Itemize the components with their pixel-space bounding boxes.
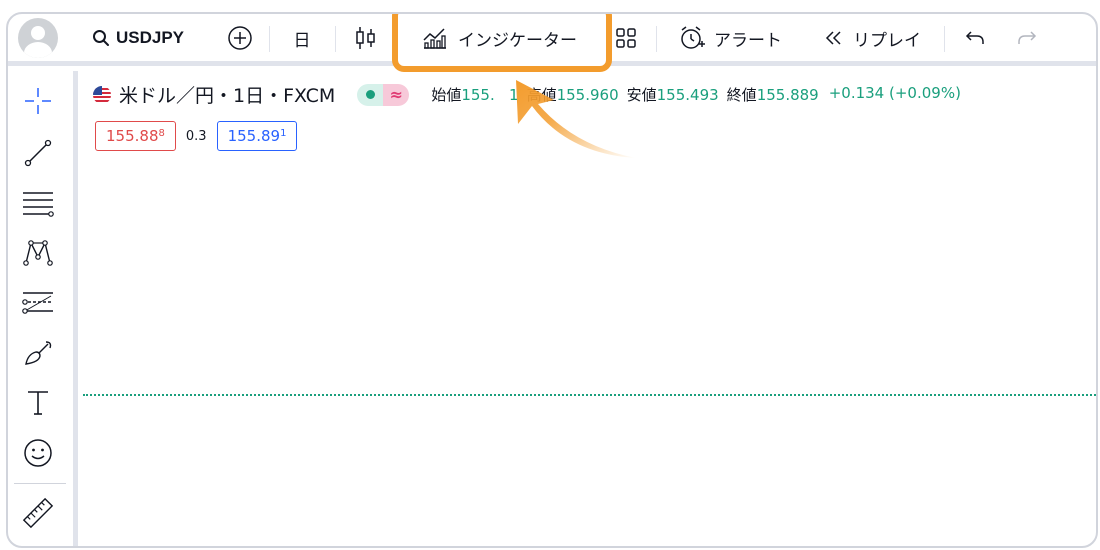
open-label: 始値 (431, 86, 462, 104)
emoji-tool[interactable] (20, 435, 56, 471)
ohlc-values: 始値155. 1 高値155.960 安値155.493 終値155.889 +… (431, 84, 961, 105)
spread-value: 0.3 (185, 128, 207, 144)
symbol-search-button[interactable]: USDJPY (88, 14, 188, 62)
symbol-label: USDJPY (115, 28, 185, 47)
chart-window: USDJPY 日 インジケーター アラート リプレイ 米ドル／円・1日・FXCM… (6, 12, 1098, 548)
toolbar-divider (14, 483, 66, 484)
sell-price-pip: 8 (158, 127, 165, 139)
trade-buttons: 155.88 8 0.3 155.89 1 (95, 121, 298, 151)
top-toolbar: USDJPY 日 インジケーター アラート リプレイ (8, 14, 1096, 72)
change-value: +0.134 (+0.09%) (828, 84, 961, 102)
text-tool[interactable] (20, 385, 56, 421)
close-value: 155.889 (756, 86, 819, 104)
ruler-icon (22, 497, 54, 529)
forecast-tool[interactable] (20, 285, 56, 321)
close-label: 終値 (726, 86, 757, 104)
candlestick-icon (356, 27, 375, 49)
projection-lines-icon (22, 292, 53, 314)
fib-lines-icon (23, 192, 54, 217)
toolbar-divider (269, 26, 270, 52)
layout-button[interactable] (610, 14, 642, 62)
undo-button[interactable] (960, 14, 990, 62)
text-t-icon (28, 391, 48, 415)
replay-rewind-icon (825, 31, 841, 45)
symbol-title[interactable]: 米ドル／円・1日・FXCM (119, 81, 335, 108)
brush-icon (25, 341, 52, 365)
brush-tool[interactable] (20, 335, 56, 371)
compare-add-button[interactable] (222, 14, 258, 62)
chart-type-button[interactable] (349, 14, 383, 62)
alarm-clock-icon (681, 26, 705, 49)
pattern-tool[interactable] (20, 235, 56, 271)
measure-tool[interactable] (20, 495, 56, 531)
undo-icon (965, 31, 984, 44)
xabcd-pattern-icon (23, 240, 53, 266)
interval-label: 日 (293, 30, 311, 51)
indicator-chart-icon (423, 28, 446, 49)
data-delay-icon: ≈ (383, 83, 410, 106)
high-value: 155.960 (556, 86, 619, 104)
toolbar-divider (656, 26, 657, 52)
replay-button[interactable]: リプレイ (812, 14, 932, 62)
crosshair-icon (25, 88, 51, 114)
indicators-button[interactable]: インジケーター (392, 14, 612, 72)
buy-price-button[interactable]: 155.89 1 (216, 121, 298, 151)
toolbar-divider (944, 26, 945, 52)
low-label: 安値 (626, 86, 657, 104)
buy-price-pip: 1 (280, 127, 287, 139)
alert-button[interactable]: アラート (670, 14, 790, 62)
smiley-icon (24, 439, 52, 467)
drawing-toolbar (8, 71, 78, 546)
interval-button[interactable]: 日 (284, 14, 320, 62)
grid-layout-icon (616, 28, 636, 48)
avatar-icon (18, 18, 58, 58)
open-value: 155. 1 (461, 86, 519, 104)
buy-price-main: 155.89 (227, 127, 281, 145)
user-avatar[interactable] (18, 14, 58, 62)
toolbar-divider (335, 26, 336, 52)
crosshair-tool[interactable] (20, 83, 56, 119)
indicators-label: インジケーター (458, 30, 577, 51)
replay-label: リプレイ (853, 30, 921, 51)
low-value: 155.493 (656, 86, 719, 104)
market-status-pill[interactable]: ≈ (357, 83, 410, 106)
search-icon (92, 30, 109, 46)
alert-label: アラート (714, 30, 782, 51)
trend-line-tool[interactable] (20, 135, 56, 171)
chart-pane[interactable]: 米ドル／円・1日・FXCM ≈ 始値155. 1 高値155.960 安値155… (83, 71, 1096, 546)
redo-icon (1018, 31, 1037, 44)
sell-price-button[interactable]: 155.88 8 (95, 121, 176, 151)
trend-line-icon (24, 139, 52, 167)
fib-retracement-tool[interactable] (20, 185, 56, 221)
redo-button[interactable] (1012, 14, 1042, 62)
plus-circle-icon (228, 26, 252, 50)
us-flag-icon (93, 85, 111, 104)
high-label: 高値 (526, 86, 557, 104)
market-open-icon (357, 83, 384, 106)
symbol-legend: 米ドル／円・1日・FXCM ≈ 始値155. 1 高値155.960 安値155… (93, 81, 961, 108)
sell-price-main: 155.88 (106, 127, 159, 145)
price-line (83, 394, 1096, 396)
